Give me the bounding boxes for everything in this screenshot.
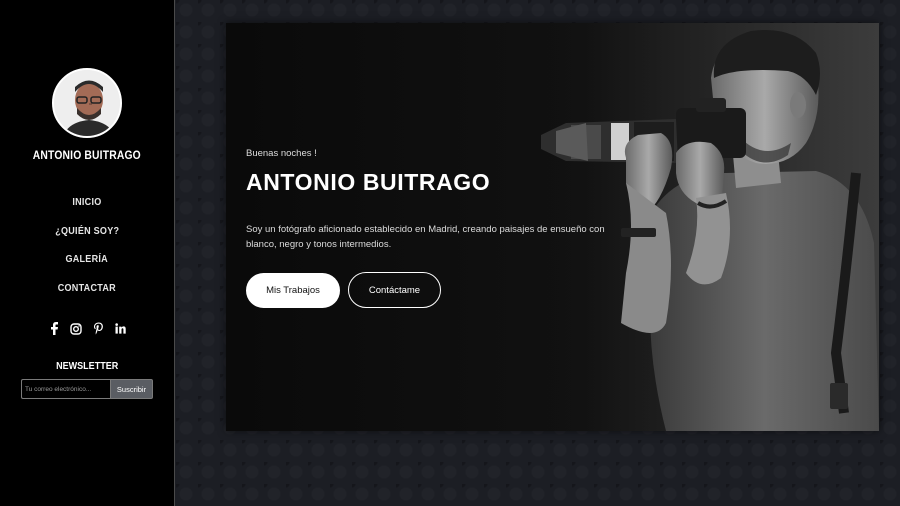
contact-button[interactable]: Contáctame [348, 272, 441, 308]
instagram-icon[interactable] [70, 322, 83, 335]
avatar[interactable] [52, 68, 122, 138]
greeting-text: Buenas noches ! [246, 148, 317, 159]
nav-item-contactar[interactable]: CONTACTAR [58, 282, 116, 311]
my-work-button[interactable]: Mis Trabajos [246, 273, 340, 308]
social-links [48, 322, 127, 335]
newsletter-title: NEWSLETTER [55, 360, 119, 372]
linkedin-icon[interactable] [114, 322, 127, 335]
sidebar: ANTONIO BUITRAGO INICIO ¿QUIÉN SOY? GALE… [0, 0, 175, 506]
profile-photo [54, 70, 120, 136]
newsletter-email-input[interactable] [21, 379, 110, 399]
nav-item-galeria[interactable]: GALERÍA [66, 253, 108, 282]
sidebar-name: ANTONIO BUITRAGO [32, 148, 142, 162]
nav-item-inicio[interactable]: INICIO [72, 196, 101, 225]
sidebar-nav: INICIO ¿QUIÉN SOY? GALERÍA CONTACTAR [50, 196, 124, 310]
hero-title: ANTONIO BUITRAGO [246, 169, 491, 195]
facebook-icon[interactable] [48, 322, 61, 335]
newsletter-form: Suscribir [21, 379, 153, 399]
hero-card: Buenas noches ! ANTONIO BUITRAGO Soy un … [226, 23, 879, 431]
pinterest-icon[interactable] [92, 322, 105, 335]
subscribe-button[interactable]: Suscribir [110, 379, 153, 399]
hero-description: Soy un fotógrafo aficionado establecido … [246, 224, 605, 250]
nav-item-quien-soy[interactable]: ¿QUIÉN SOY? [55, 225, 119, 254]
